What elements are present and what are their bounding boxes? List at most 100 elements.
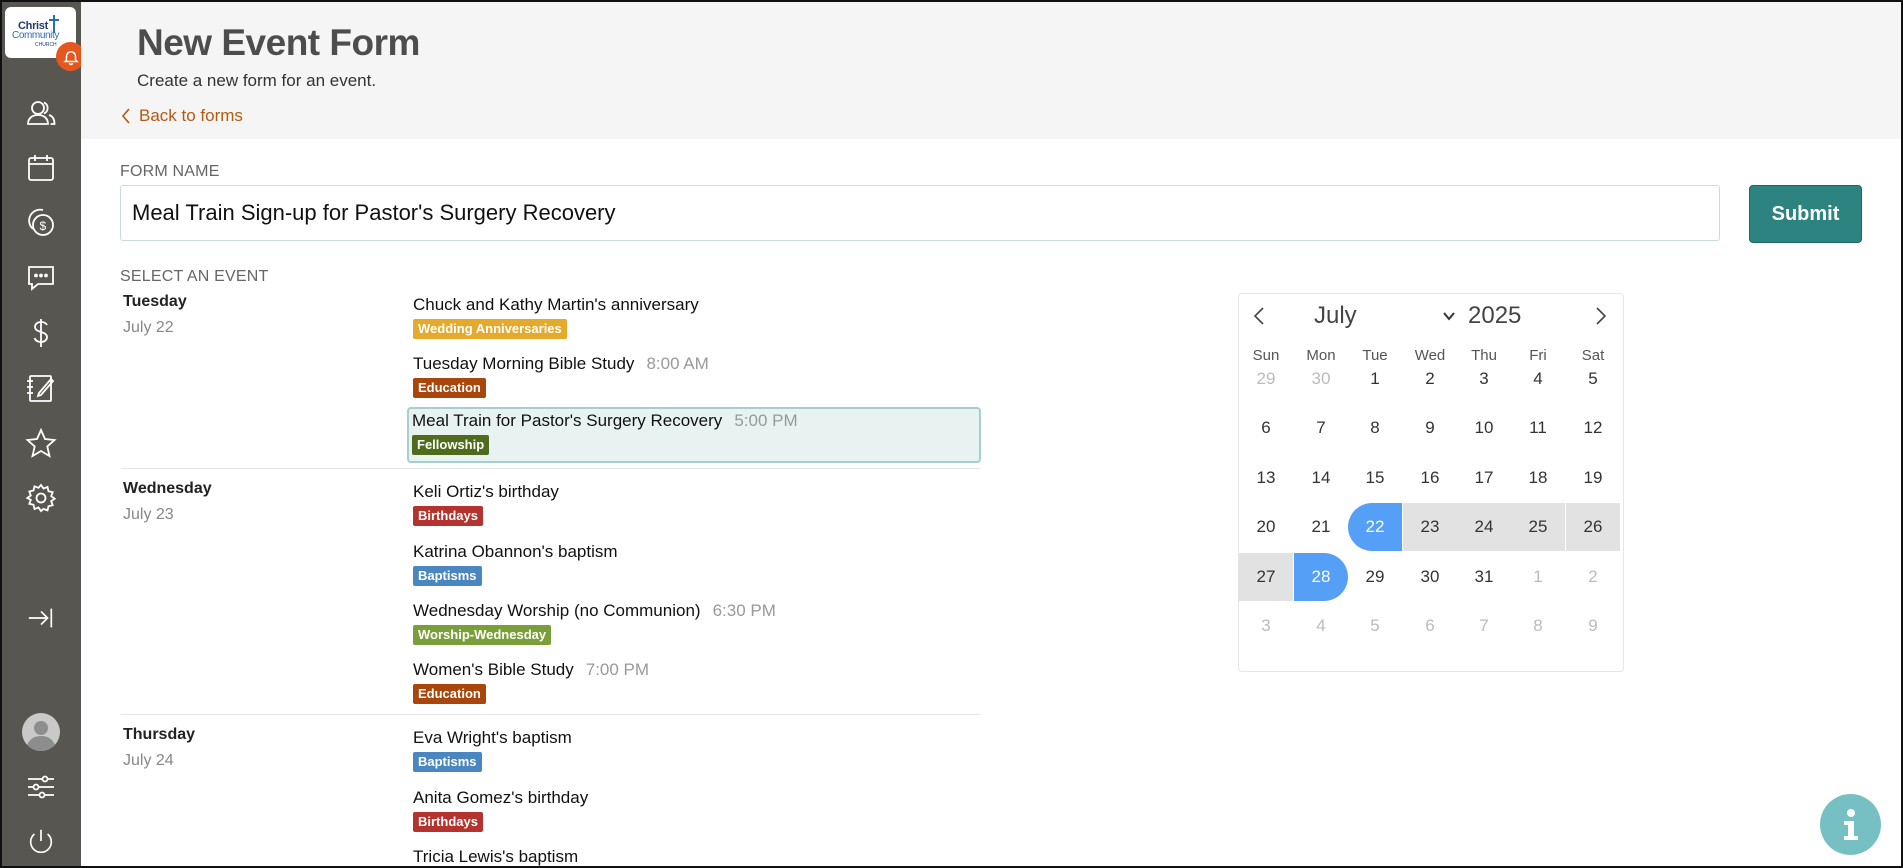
event-title: Women's Bible Study <box>413 660 574 679</box>
next-month-button[interactable] <box>1589 304 1613 328</box>
sidebar: Christ Community CHURCH $ <box>2 2 85 866</box>
calendar-day-outside[interactable]: 7 <box>1457 602 1511 650</box>
chevron-left-icon <box>121 108 130 124</box>
event-title: Eva Wright's baptism <box>413 728 572 747</box>
calendar-day-range-start[interactable]: 22 <box>1348 503 1402 551</box>
event-tag: Fellowship <box>412 435 490 455</box>
year-input[interactable]: 2025 <box>1468 302 1521 330</box>
event-item[interactable]: Chuck and Kathy Martin's anniversary Wed… <box>408 291 980 347</box>
calendar-day[interactable]: 30 <box>1403 553 1457 601</box>
avatar[interactable] <box>20 712 62 752</box>
event-time: 6:30 PM <box>712 601 776 620</box>
calendar-day[interactable]: 16 <box>1403 454 1457 502</box>
calendar-day-outside[interactable]: 6 <box>1403 602 1457 650</box>
calendar-day[interactable]: 19 <box>1566 454 1620 502</box>
notes-icon[interactable] <box>20 368 62 408</box>
people-icon[interactable] <box>20 93 62 133</box>
day-date: July 23 <box>123 506 174 523</box>
calendar-day-in-range[interactable]: 27 <box>1239 553 1293 601</box>
event-item[interactable]: Women's Bible Study 7:00 PM Education <box>408 656 980 712</box>
collapse-icon[interactable] <box>20 598 62 638</box>
power-icon[interactable] <box>20 822 62 862</box>
calendar-day[interactable]: 5 <box>1566 355 1620 403</box>
event-title: Tuesday Morning Bible Study <box>413 354 635 373</box>
svg-text:$: $ <box>40 219 47 233</box>
star-icon[interactable] <box>20 423 62 463</box>
chevron-left-icon <box>1253 307 1264 325</box>
calendar-day[interactable]: 21 <box>1294 503 1348 551</box>
date-picker: July 2025 Sun Mon Tue Wed Thu Fri Sat 29 30 1 2 3 4 5… <box>1238 293 1624 672</box>
submit-button[interactable]: Submit <box>1749 185 1862 243</box>
calendar-day[interactable]: 11 <box>1511 404 1565 452</box>
event-time: 8:00 AM <box>646 354 709 373</box>
calendar-day-outside[interactable]: 2 <box>1566 553 1620 601</box>
form-name-input[interactable] <box>120 185 1720 241</box>
calendar-day[interactable]: 9 <box>1403 404 1457 452</box>
calendar-day[interactable]: 15 <box>1348 454 1402 502</box>
calendar-day[interactable]: 14 <box>1294 454 1348 502</box>
logo-line3: CHURCH <box>35 42 57 48</box>
day-date: July 24 <box>123 752 174 769</box>
calendar-day-in-range[interactable]: 25 <box>1511 503 1565 551</box>
calendar-day[interactable]: 6 <box>1239 404 1293 452</box>
calendar-day[interactable]: 31 <box>1457 553 1511 601</box>
event-tag: Education <box>413 684 486 704</box>
calendar-day[interactable]: 1 <box>1348 355 1402 403</box>
calendar-day-outside[interactable]: 1 <box>1511 553 1565 601</box>
event-item[interactable]: Anita Gomez's birthday Birthdays <box>408 784 980 840</box>
event-title: Chuck and Kathy Martin's anniversary <box>413 295 699 314</box>
prev-month-button[interactable] <box>1247 304 1271 328</box>
calendar-day-outside[interactable]: 8 <box>1511 602 1565 650</box>
calendar-day[interactable]: 17 <box>1457 454 1511 502</box>
calendar-day-outside[interactable]: 3 <box>1239 602 1293 650</box>
calendar-day-outside[interactable]: 5 <box>1348 602 1402 650</box>
messages-icon[interactable] <box>20 258 62 298</box>
day-divider <box>121 714 980 715</box>
event-item[interactable]: Wednesday Worship (no Communion) 6:30 PM … <box>408 597 980 653</box>
form-name-label: FORM NAME <box>120 163 220 180</box>
event-item[interactable]: Tricia Lewis's baptism <box>408 843 980 866</box>
day-divider <box>121 468 980 469</box>
event-item[interactable]: Tuesday Morning Bible Study 8:00 AM Educa… <box>408 350 980 406</box>
calendar-day-outside[interactable]: 29 <box>1239 355 1293 403</box>
calendar-day-outside[interactable]: 4 <box>1294 602 1348 650</box>
calendar-day-outside[interactable]: 9 <box>1566 602 1620 650</box>
calendar-day[interactable]: 29 <box>1348 553 1402 601</box>
calendar-day-in-range[interactable]: 23 <box>1403 503 1457 551</box>
calendar-day[interactable]: 2 <box>1403 355 1457 403</box>
event-item[interactable]: Katrina Obannon's baptism Baptisms <box>408 538 980 594</box>
calendar-day[interactable]: 8 <box>1348 404 1402 452</box>
page-subtitle: Create a new form for an event. <box>137 71 377 90</box>
calendar-day[interactable]: 13 <box>1239 454 1293 502</box>
event-item-selected[interactable]: Meal Train for Pastor's Surgery Recovery… <box>407 407 981 463</box>
settings-icon[interactable] <box>20 478 62 518</box>
calendar-day-outside[interactable]: 30 <box>1294 355 1348 403</box>
page-title: New Event Form <box>137 22 420 63</box>
logo-line2: Community <box>12 30 59 41</box>
calendar-day[interactable]: 4 <box>1511 355 1565 403</box>
event-title: Wednesday Worship (no Communion) <box>413 601 701 620</box>
calendar-day[interactable]: 12 <box>1566 404 1620 452</box>
chevron-down-icon[interactable] <box>1443 312 1455 321</box>
event-title: Keli Ortiz's birthday <box>413 482 559 501</box>
calendar-day[interactable]: 3 <box>1457 355 1511 403</box>
giving-icon[interactable]: $ <box>20 203 62 243</box>
calendar-day-in-range[interactable]: 26 <box>1566 503 1620 551</box>
calendar-day-in-range[interactable]: 24 <box>1457 503 1511 551</box>
event-time: 7:00 PM <box>585 660 650 679</box>
calendar-day[interactable]: 7 <box>1294 404 1348 452</box>
calendar-day[interactable]: 20 <box>1239 503 1293 551</box>
info-button[interactable] <box>1820 794 1881 855</box>
event-item[interactable]: Eva Wright's baptism Baptisms <box>408 724 980 780</box>
dollar-icon[interactable] <box>20 313 62 353</box>
event-item[interactable]: Keli Ortiz's birthday Birthdays <box>408 478 980 534</box>
month-select[interactable]: July <box>1314 302 1357 330</box>
calendar-day[interactable]: 10 <box>1457 404 1511 452</box>
day-name: Wednesday <box>123 480 212 497</box>
filters-icon[interactable] <box>20 767 62 807</box>
back-to-forms-link[interactable]: Back to forms <box>121 106 243 126</box>
calendar-day-range-end[interactable]: 28 <box>1294 553 1348 601</box>
calendar-icon[interactable] <box>20 148 62 188</box>
calendar-day[interactable]: 18 <box>1511 454 1565 502</box>
event-title: Anita Gomez's birthday <box>413 788 589 807</box>
